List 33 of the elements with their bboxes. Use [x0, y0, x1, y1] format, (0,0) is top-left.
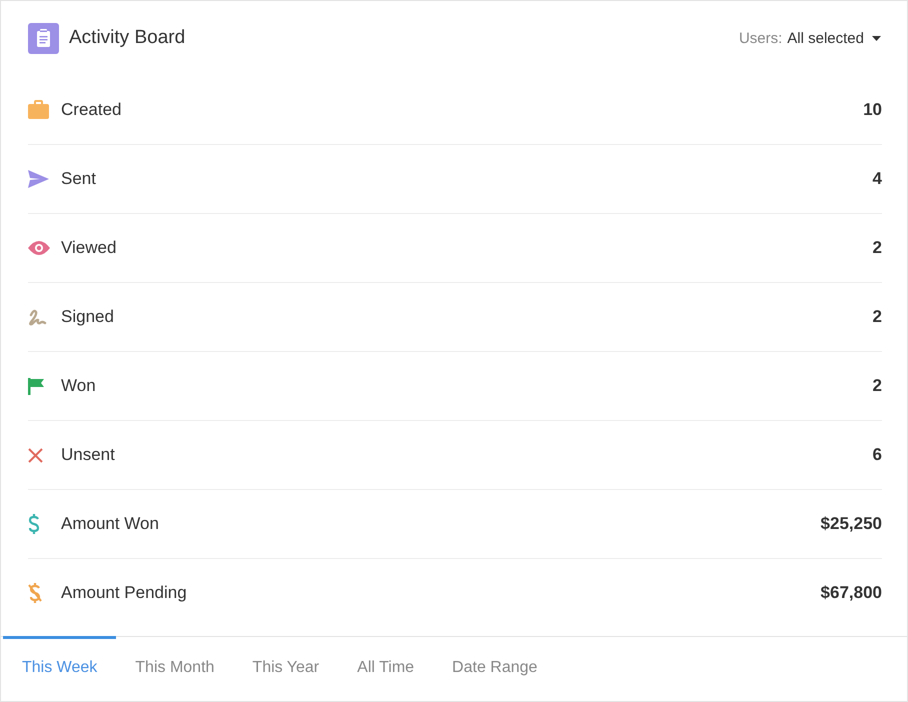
activity-label: Signed — [61, 307, 115, 327]
users-dropdown[interactable]: Users: All selected — [738, 30, 881, 46]
period-tab[interactable]: This Year — [233, 636, 338, 700]
signature-icon — [28, 308, 47, 326]
period-tab[interactable]: Date Range — [433, 636, 556, 700]
dollar-icon — [28, 514, 40, 534]
clipboard-icon — [28, 22, 59, 54]
eye-icon — [28, 241, 50, 255]
period-tab[interactable]: All Time — [338, 636, 434, 700]
activity-count: 4 — [872, 169, 882, 189]
period-tab[interactable]: This Month — [116, 636, 234, 700]
activity-label: Created — [61, 100, 122, 120]
close-icon — [28, 448, 43, 462]
activity-count: 2 — [872, 307, 882, 327]
activity-label: Amount Pending — [61, 583, 188, 603]
activity-label: Viewed — [61, 238, 118, 258]
dollar-slash-icon — [28, 583, 42, 603]
briefcase-icon — [28, 100, 49, 119]
flag-icon — [28, 378, 44, 394]
activity-label: Won — [61, 376, 97, 396]
activity-count: 10 — [863, 100, 882, 120]
activity-count: 2 — [872, 376, 882, 396]
activity-label: Unsent — [61, 445, 116, 465]
period-tab[interactable]: This Week — [3, 636, 116, 700]
activity-count: $25,250 — [820, 514, 882, 534]
activity-count: 6 — [872, 445, 882, 465]
activity-label: Amount Won — [61, 514, 160, 534]
caret-icon — [872, 36, 881, 40]
activity-count: 2 — [872, 238, 882, 258]
activity-count: $67,800 — [820, 583, 882, 603]
activity-label: Sent — [61, 169, 97, 189]
board-title: Activity Board — [69, 27, 186, 49]
paper-plane-icon — [28, 170, 49, 188]
